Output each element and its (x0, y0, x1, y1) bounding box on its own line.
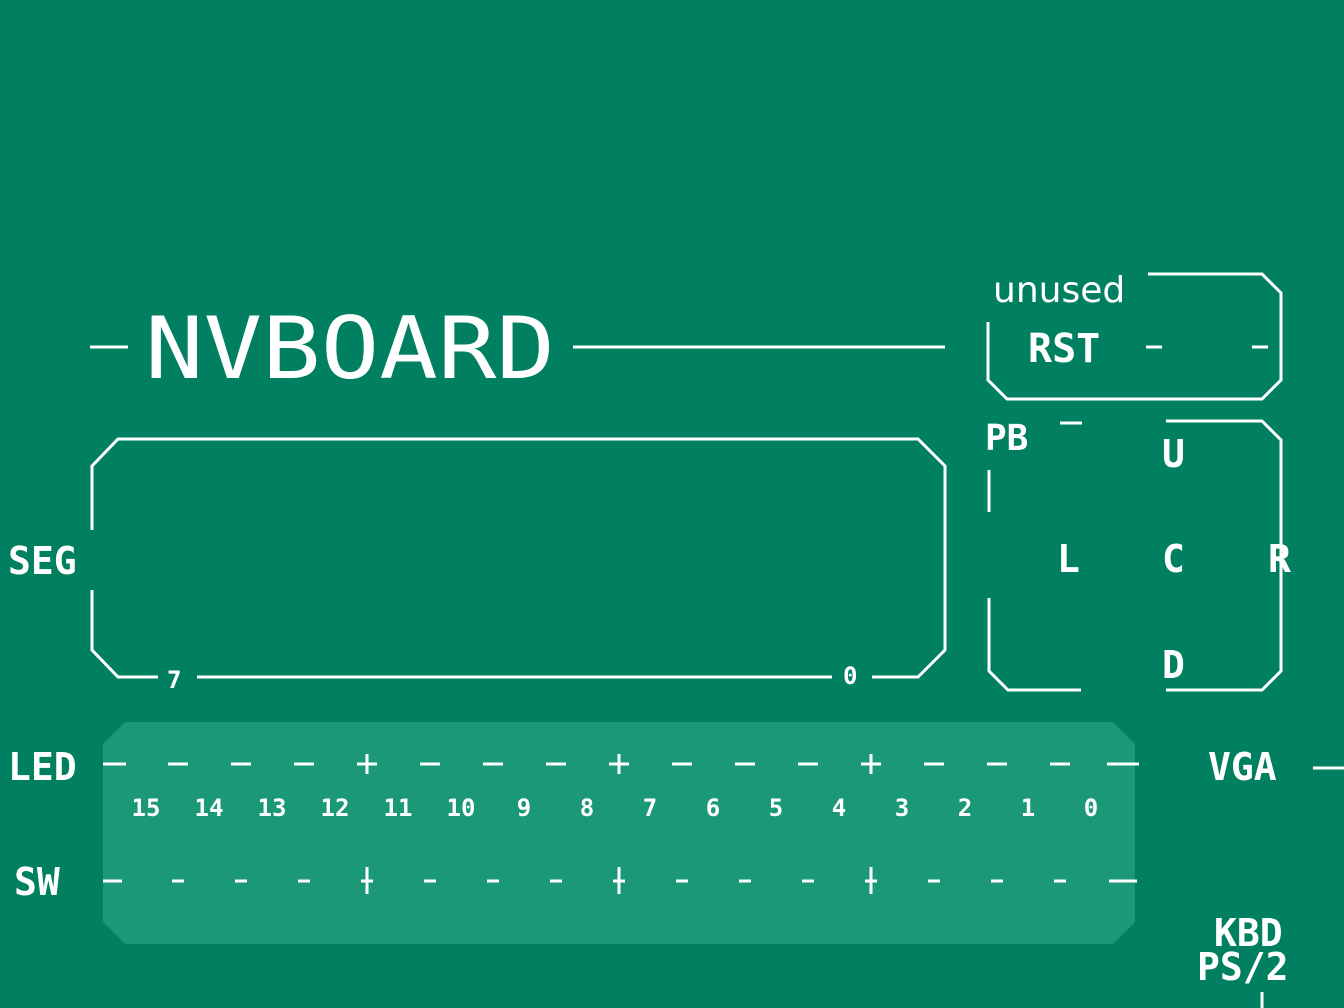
board-title: NVBOARD (145, 299, 555, 399)
pb-left-button[interactable]: L (1057, 537, 1080, 581)
pb-down-button[interactable]: D (1162, 643, 1185, 687)
bit-index-label: 5 (769, 794, 783, 822)
pb-center-button[interactable]: C (1162, 537, 1185, 581)
vga-label: VGA (1208, 745, 1277, 789)
bit-index-label: 11 (384, 794, 413, 822)
bit-index-label: 14 (195, 794, 224, 822)
bit-index-label: 6 (706, 794, 720, 822)
ps2-label: PS/2 (1197, 945, 1289, 989)
pb-up-button[interactable]: U (1162, 432, 1185, 476)
pb-right-button[interactable]: R (1268, 537, 1291, 581)
bit-index-label: 12 (321, 794, 350, 822)
bit-index-label: 8 (580, 794, 594, 822)
seg-label: SEG (8, 539, 77, 583)
bit-index-label: 2 (958, 794, 972, 822)
pb-label: PB (985, 418, 1028, 459)
bit-index-label: 0 (1084, 794, 1098, 822)
seg-frame-top (90, 437, 947, 679)
bit-index-label: 3 (895, 794, 909, 822)
seg-index-left: 7 (167, 666, 181, 694)
nvboard: NVBOARD unused RST SEG 7 0 PB U L C R D … (8, 270, 1344, 1008)
bit-index-label: 10 (447, 794, 476, 822)
bit-index-label: 4 (832, 794, 846, 822)
bit-index-label: 7 (643, 794, 657, 822)
rst-button[interactable]: RST (1028, 326, 1100, 372)
seg-frame-bottom (90, 590, 158, 679)
pb-frame-left (987, 598, 1081, 692)
bit-index-label: 13 (258, 794, 287, 822)
seg-index-right: 0 (843, 662, 857, 690)
bit-index-label: 9 (517, 794, 531, 822)
led-label: LED (8, 745, 77, 789)
rst-note: unused (993, 270, 1125, 311)
bit-index-label: 15 (132, 794, 161, 822)
bit-index-label: 1 (1021, 794, 1035, 822)
sw-label: SW (14, 860, 60, 904)
